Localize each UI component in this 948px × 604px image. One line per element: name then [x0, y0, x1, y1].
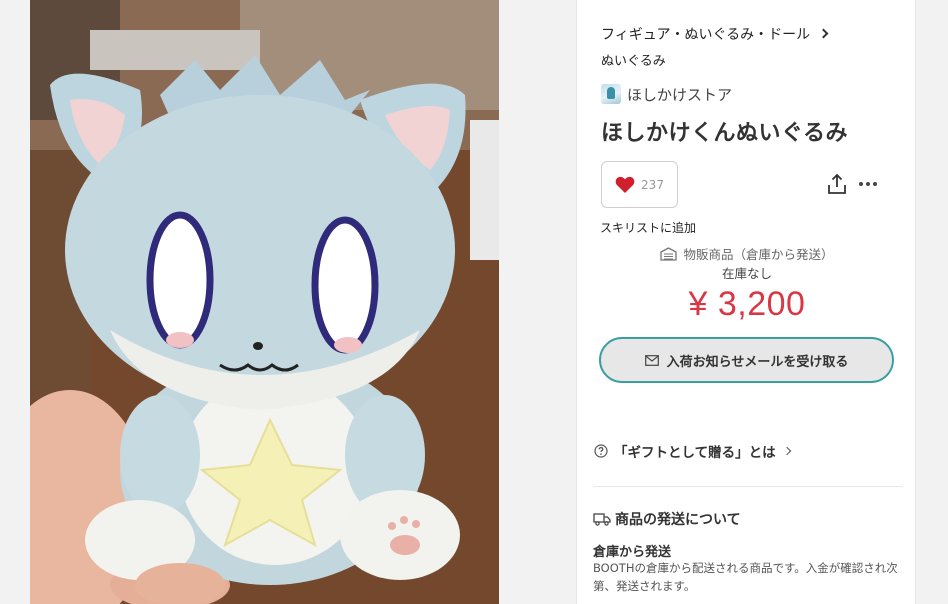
- help-icon: [594, 444, 608, 458]
- gift-info-label: 「ギフトとして贈る」とは: [614, 445, 776, 461]
- product-title: ほしかけくんぬいぐるみ: [601, 121, 849, 146]
- shipping-method: 倉庫から発送: [593, 545, 672, 560]
- breadcrumb-category-link[interactable]: フィギュア・ぬいぐるみ・ドール: [601, 27, 810, 43]
- chevron-right-icon: [782, 446, 791, 456]
- gift-info-link[interactable]: 「ギフトとして贈る」とは: [594, 440, 791, 462]
- product-page: フィギュア・ぬいぐるみ・ドール ぬいぐるみ ほしかけストア ほしかけくんぬいぐる…: [0, 0, 948, 604]
- shipping-section-heading: 商品の発送について: [593, 508, 741, 530]
- product-photo[interactable]: [30, 0, 499, 604]
- product-info-panel: フィギュア・ぬいぐるみ・ドール ぬいぐるみ ほしかけストア ほしかけくんぬいぐる…: [576, 0, 916, 604]
- like-button[interactable]: 237: [601, 161, 678, 208]
- shipping-description: BOOTHの倉庫から配送される商品です。入金が確認され次第、発送されます。: [593, 561, 898, 593]
- heart-icon: [615, 176, 635, 193]
- more-icon[interactable]: [859, 180, 879, 188]
- truck-icon: [593, 513, 611, 526]
- price: ¥ 3,200: [688, 285, 806, 323]
- shipping-heading-label: 商品の発送について: [615, 512, 741, 528]
- stock-status: 在庫なし: [721, 266, 772, 281]
- breadcrumb: フィギュア・ぬいぐるみ・ドール: [601, 25, 901, 45]
- shop-avatar-icon: [601, 84, 621, 104]
- section-divider: [593, 486, 903, 487]
- restock-notify-button[interactable]: 入荷お知らせメールを受け取る: [599, 337, 894, 383]
- shop-link[interactable]: ほしかけストア: [601, 82, 732, 106]
- warehouse-icon: [660, 246, 678, 261]
- restock-notify-label: 入荷お知らせメールを受け取る: [666, 354, 849, 370]
- like-count: 237: [641, 177, 664, 192]
- mail-icon: [644, 354, 659, 366]
- share-icon[interactable]: [826, 173, 848, 195]
- shop-name[interactable]: ほしかけストア: [627, 84, 732, 105]
- chevron-right-icon: [818, 28, 829, 39]
- wishlist-label[interactable]: スキリストに追加: [600, 219, 696, 236]
- shipping-type: 物販商品（倉庫から発送）: [577, 244, 917, 263]
- shipping-type-label: 物販商品（倉庫から発送）: [683, 247, 834, 262]
- breadcrumb-subcategory-link[interactable]: ぬいぐるみ: [601, 53, 666, 71]
